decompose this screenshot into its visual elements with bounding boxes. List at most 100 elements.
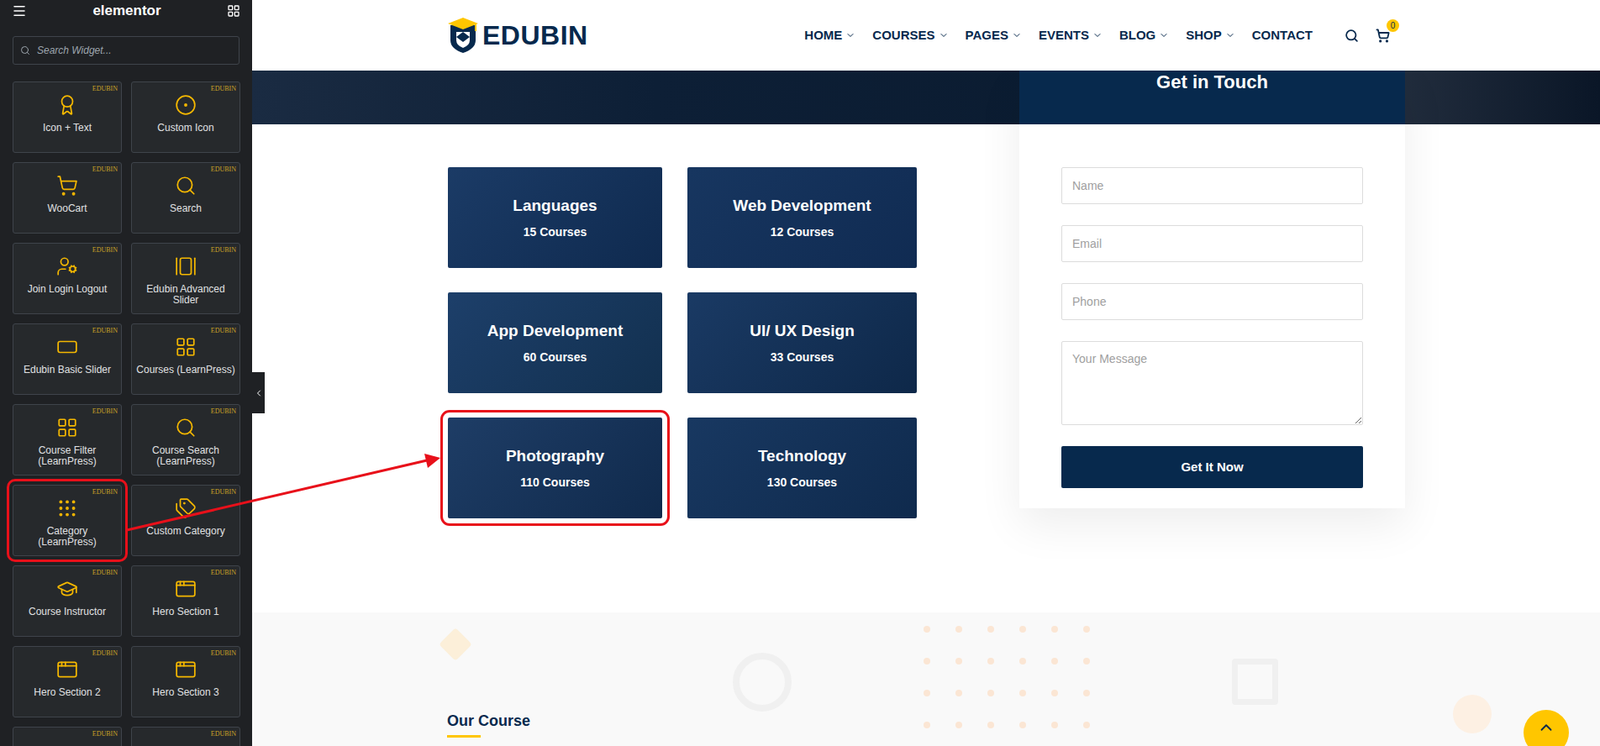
nav-item[interactable]: SHOP <box>1185 26 1236 46</box>
widget-badge: EDUBIN <box>210 84 237 95</box>
section-title: Our Course <box>447 711 1406 731</box>
widget-item[interactable]: EDUBIN <box>131 726 241 746</box>
preview-area: EDUBIN HOME COURSES PAGES EVENTS BLOG SHOP CONT… <box>252 0 1600 746</box>
contact-field[interactable] <box>1061 283 1364 321</box>
widget-icon <box>56 658 79 681</box>
grid-icon[interactable] <box>226 4 241 18</box>
logo-icon <box>447 16 479 54</box>
category-count: 130 Courses <box>767 473 837 492</box>
nav-item[interactable]: EVENTS <box>1038 26 1103 46</box>
contact-field[interactable] <box>1061 167 1364 205</box>
category-title: Web Development <box>732 194 871 219</box>
category-grid: Languages15 CoursesWeb Development12 Cou… <box>447 124 917 519</box>
category-count: 15 Courses <box>523 223 587 242</box>
contact-field[interactable] <box>1061 225 1364 263</box>
widget-badge: EDUBIN <box>210 164 237 175</box>
widget-icon <box>174 174 197 197</box>
widget-badge: EDUBIN <box>210 729 237 740</box>
widget-label: Icon + Text <box>42 122 92 135</box>
cart-icon[interactable] <box>1375 28 1390 43</box>
widget-icon <box>56 174 79 197</box>
logo[interactable]: EDUBIN <box>447 15 589 56</box>
panel-collapse-button[interactable] <box>252 372 265 414</box>
widget-badge: EDUBIN <box>210 406 237 417</box>
submit-button[interactable]: Get It Now <box>1061 446 1364 489</box>
widget-label: Edubin Advanced Slider <box>135 284 237 308</box>
widget-label: Hero Section 2 <box>33 687 100 700</box>
star-shape-icon <box>438 627 473 662</box>
peach-circle-icon <box>1452 694 1492 734</box>
category-card[interactable]: UI/ UX Design33 Courses <box>687 292 917 394</box>
category-count: 110 Courses <box>520 473 590 492</box>
widget-item[interactable]: EDUBIN Course Search (LearnPress) <box>131 404 241 476</box>
widget-badge: EDUBIN <box>92 245 118 256</box>
site-header: EDUBIN HOME COURSES PAGES EVENTS BLOG SHOP CONT… <box>252 0 1600 71</box>
message-field[interactable] <box>1061 341 1364 426</box>
widget-badge: EDUBIN <box>92 729 118 740</box>
widget-badge: EDUBIN <box>92 406 118 417</box>
widget-badge: EDUBIN <box>92 487 118 498</box>
widget-icon <box>56 416 79 439</box>
contact-card: Get in TouchGet It Now <box>1019 70 1406 509</box>
panel-header: elementor <box>0 0 253 22</box>
widget-icon <box>174 658 197 681</box>
widget-item[interactable]: EDUBINHero Section 3 <box>131 646 241 718</box>
widget-search[interactable] <box>12 36 240 65</box>
widget-item[interactable]: EDUBIN Course Filter (LearnPress) <box>12 404 122 476</box>
widget-label: Hero Section 1 <box>152 606 219 619</box>
widget-icon <box>56 336 79 358</box>
widget-label: Courses (LearnPress) <box>136 364 235 377</box>
chevron-down-icon <box>1158 30 1169 41</box>
widget-label: Course Search (LearnPress) <box>135 445 237 469</box>
nav-item[interactable]: COURSES <box>872 26 948 46</box>
widget-badge: EDUBIN <box>92 164 118 175</box>
widget-item[interactable]: EDUBINJoin Login Logout <box>12 242 122 315</box>
widget-item[interactable]: EDUBINWooCart <box>12 162 122 234</box>
widget-item[interactable]: EDUBINHero Section 2 <box>12 646 122 718</box>
chevron-down-icon <box>938 30 949 41</box>
widget-icon <box>174 578 197 600</box>
widget-label: Course Instructor <box>28 606 106 619</box>
hero-section: Languages15 CoursesWeb Development12 Cou… <box>252 70 1600 613</box>
nav-item[interactable]: BLOG <box>1119 26 1169 46</box>
chevron-down-icon <box>1092 30 1103 41</box>
category-card[interactable]: Web Development12 Courses <box>687 167 917 269</box>
widget-item[interactable]: EDUBINEdubin Advanced Slider <box>131 242 241 315</box>
widget-badge: EDUBIN <box>210 326 237 337</box>
category-card[interactable]: Photography110 Courses <box>447 417 663 519</box>
widget-icon <box>56 578 79 600</box>
cart-badge: 0 <box>1386 19 1400 32</box>
widget-item[interactable]: EDUBIN <box>12 726 122 746</box>
widget-badge: EDUBIN <box>92 326 118 337</box>
widget-item[interactable]: EDUBIN Hero Section 1 <box>131 565 241 637</box>
widget-item[interactable]: EDUBIN Category (LearnPress) <box>12 484 122 557</box>
widget-label: Custom Category <box>146 526 225 538</box>
widget-label: Category (LearnPress) <box>16 526 118 550</box>
category-card[interactable]: Languages15 Courses <box>447 167 663 269</box>
square-shape-icon <box>1231 658 1279 706</box>
widget-item[interactable]: EDUBIN Courses (LearnPress) <box>131 323 241 395</box>
category-card[interactable]: App Development60 Courses <box>447 292 663 394</box>
widget-label: Course Filter (LearnPress) <box>16 445 118 469</box>
menu-icon[interactable] <box>11 3 27 19</box>
widget-label: Search <box>169 203 202 216</box>
widget-item[interactable]: EDUBINIcon + Text <box>12 81 122 153</box>
widget-item[interactable]: EDUBIN Search <box>131 162 241 234</box>
widget-item[interactable]: EDUBINCustom Icon <box>131 81 241 153</box>
chevron-down-icon <box>1225 30 1236 41</box>
editor-panel: elementorEDUBINIcon + TextEDUBINCustom I… <box>0 0 253 746</box>
category-title: App Development <box>487 319 624 344</box>
nav-item[interactable]: CONTACT <box>1252 26 1313 46</box>
chevron-left-icon <box>253 388 264 399</box>
dot-grid-icon <box>923 626 1090 729</box>
search-input[interactable] <box>36 42 232 58</box>
widget-item[interactable]: EDUBINCourse Instructor <box>12 565 122 637</box>
widget-item[interactable]: EDUBINEdubin Basic Slider <box>12 323 122 395</box>
widget-item[interactable]: EDUBINCustom Category <box>131 484 241 557</box>
widget-badge: EDUBIN <box>210 568 237 579</box>
category-card[interactable]: Technology130 Courses <box>687 417 917 519</box>
brand: elementor <box>92 0 161 22</box>
nav-item[interactable]: PAGES <box>965 26 1022 46</box>
search-icon[interactable] <box>1344 28 1359 43</box>
nav-item[interactable]: HOME <box>804 26 856 46</box>
